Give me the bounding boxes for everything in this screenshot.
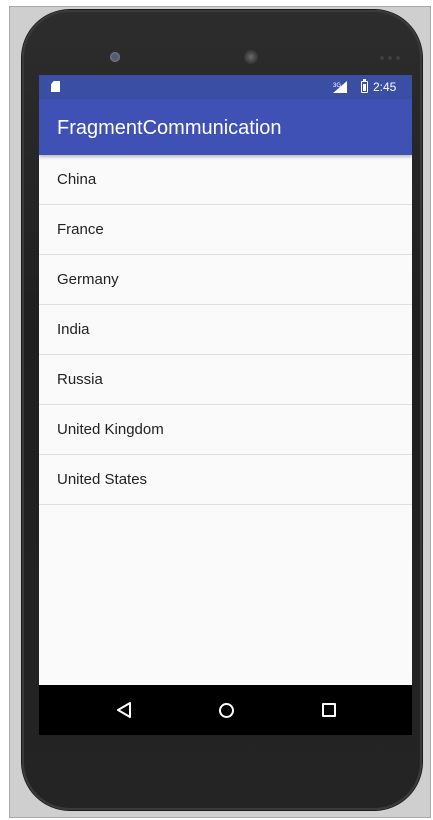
list-item-label: France	[57, 221, 104, 238]
list-item-label: United Kingdom	[57, 421, 164, 438]
sd-card-icon	[51, 81, 60, 92]
battery-icon	[361, 79, 368, 93]
navigation-bar	[39, 685, 412, 735]
home-icon	[218, 702, 234, 718]
home-button[interactable]	[186, 685, 266, 735]
back-button[interactable]	[84, 685, 164, 735]
list-item-label: India	[57, 321, 90, 338]
earpiece-icon	[110, 52, 120, 62]
status-clock: 2:45	[373, 80, 397, 94]
list-item-france[interactable]: France	[39, 205, 412, 255]
network-type-label: 3G	[333, 83, 341, 89]
list-item-united-kingdom[interactable]: United Kingdom	[39, 405, 412, 455]
app-title: FragmentCommunication	[57, 117, 282, 139]
sensor-icon	[380, 56, 400, 60]
back-icon	[117, 702, 131, 718]
status-bar: 3G 2:45	[39, 75, 412, 99]
recents-icon	[322, 703, 336, 717]
device-screen: 3G 2:45 FragmentCommunication China Fran…	[39, 75, 412, 735]
app-toolbar: FragmentCommunication	[39, 99, 412, 155]
list-item-germany[interactable]: Germany	[39, 255, 412, 305]
country-list: China France Germany India Russia United…	[39, 155, 412, 505]
list-item-label: United States	[57, 471, 148, 488]
list-item-russia[interactable]: Russia	[39, 355, 412, 405]
signal-icon: 3G	[333, 81, 347, 93]
list-item-label: Germany	[57, 271, 119, 288]
list-item-label: China	[57, 171, 97, 188]
list-item-india[interactable]: India	[39, 305, 412, 355]
list-item-united-states[interactable]: United States	[39, 455, 412, 505]
recents-button[interactable]	[289, 685, 369, 735]
front-camera-icon	[244, 50, 258, 64]
list-item-label: Russia	[57, 371, 103, 388]
list-item-china[interactable]: China	[39, 155, 412, 205]
